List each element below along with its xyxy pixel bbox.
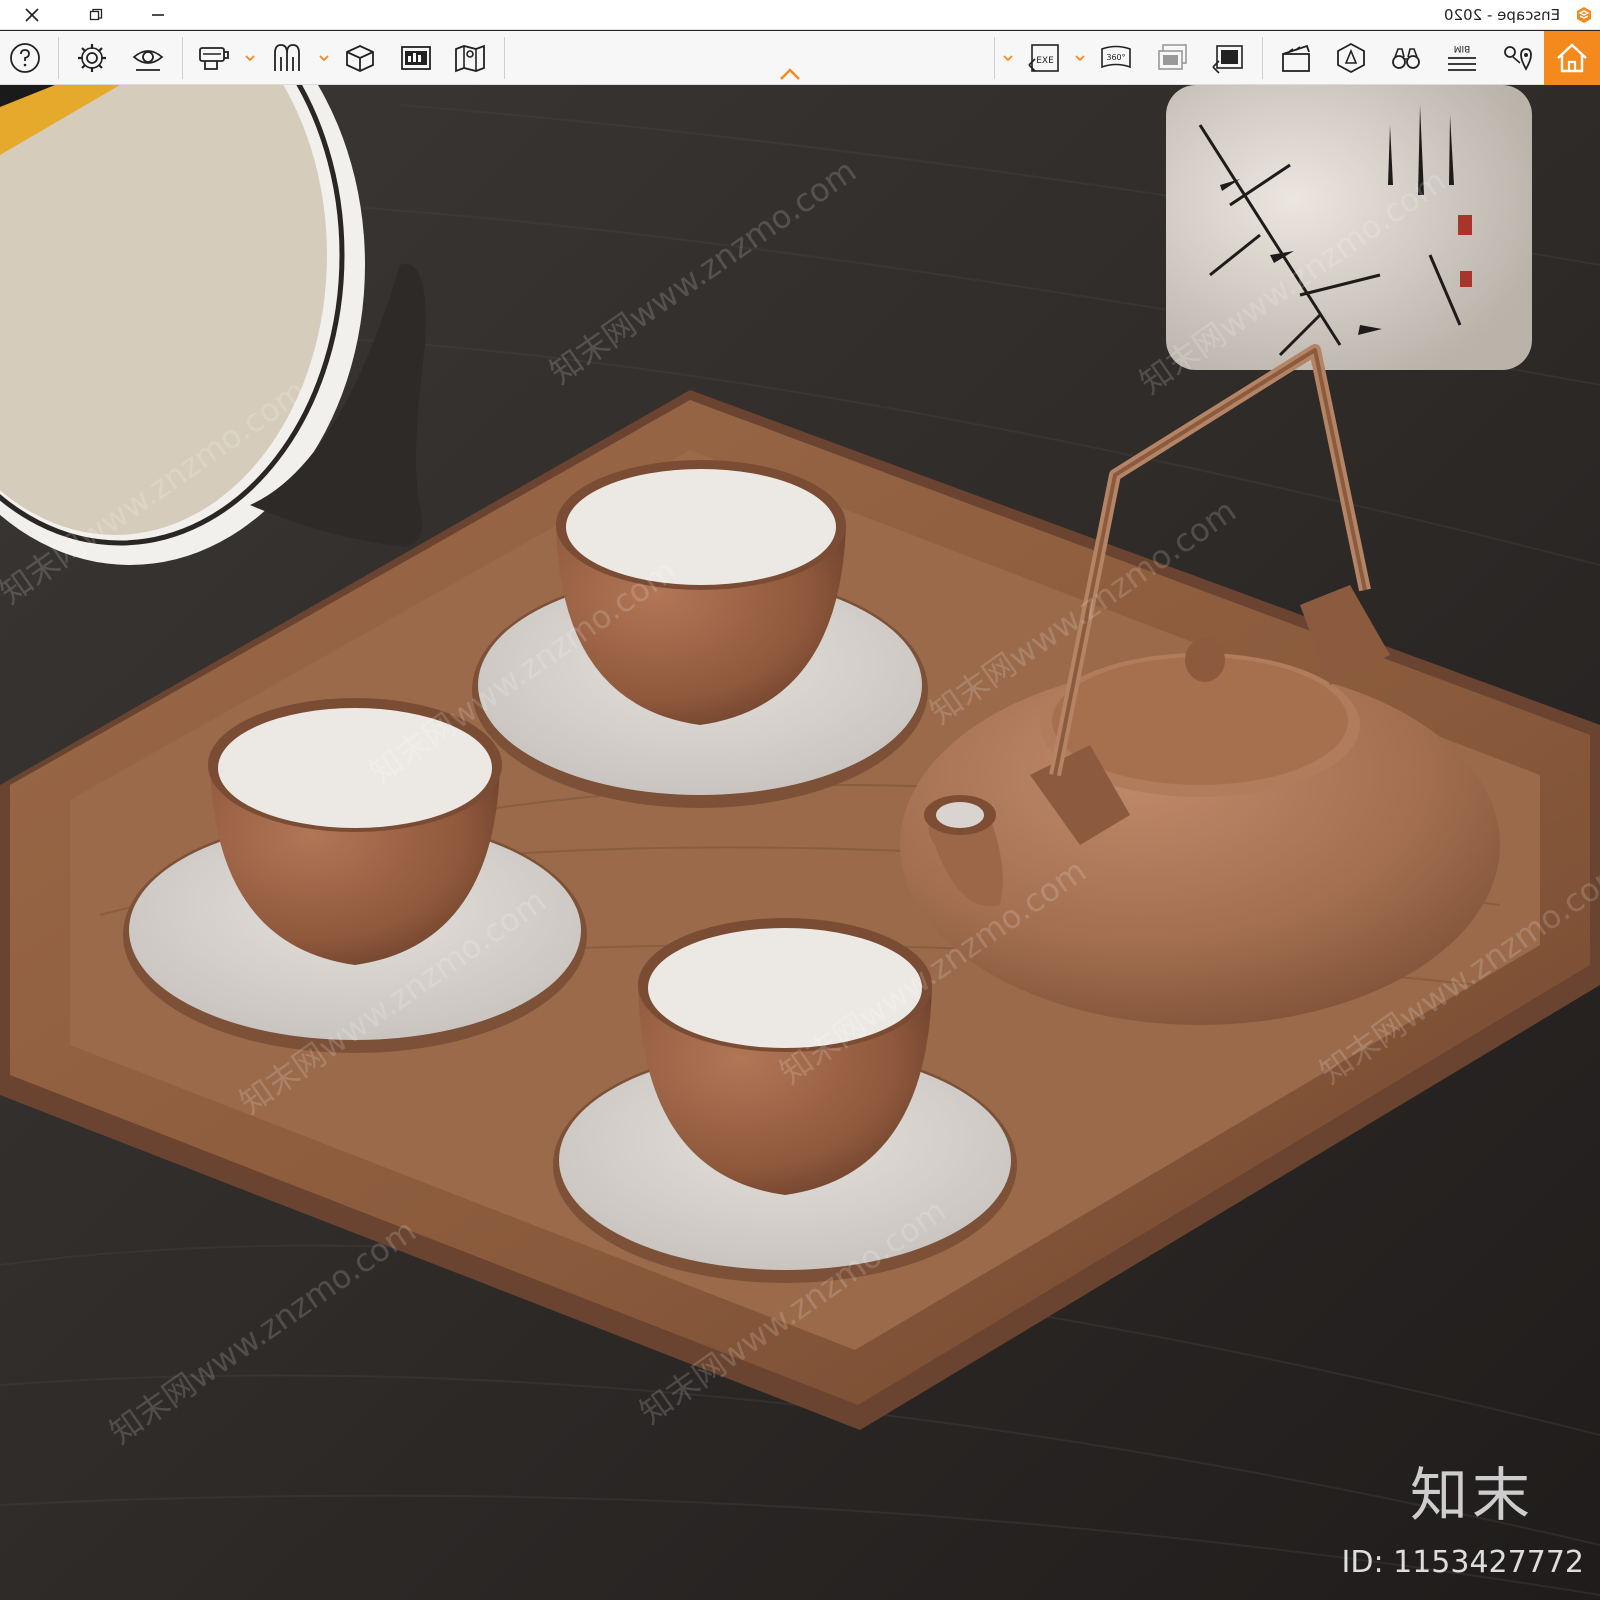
toolbar-separator bbox=[182, 37, 183, 79]
visual-settings-button[interactable] bbox=[128, 38, 168, 78]
panorama-360-icon: 360° bbox=[1101, 45, 1131, 69]
chevron-down-icon bbox=[1075, 55, 1085, 62]
asset-library-dropdown[interactable] bbox=[318, 51, 330, 65]
toolbar-separator bbox=[1262, 37, 1263, 79]
batch-render-icon bbox=[1158, 44, 1187, 70]
title-bar: Enscape - 2020 bbox=[0, 0, 1600, 30]
window-title: Enscape - 2020 bbox=[1443, 6, 1560, 24]
toolbar-separator bbox=[58, 37, 59, 79]
vr-headset-dropdown[interactable] bbox=[244, 51, 256, 65]
views-button[interactable] bbox=[1498, 38, 1538, 78]
svg-text:360°: 360° bbox=[1106, 53, 1125, 62]
visual-settings-icon bbox=[132, 50, 164, 71]
asset-library-icon bbox=[274, 44, 300, 71]
cube-view-button[interactable] bbox=[340, 38, 380, 78]
binoculars-icon bbox=[1392, 48, 1420, 69]
export-exe-dropdown[interactable] bbox=[1002, 51, 1014, 65]
binoculars-button[interactable] bbox=[1386, 38, 1426, 78]
chevron-down-icon bbox=[1003, 55, 1013, 62]
panorama-360-button[interactable]: 360° bbox=[1096, 38, 1136, 78]
export-image-button[interactable] bbox=[1208, 38, 1248, 78]
help-icon bbox=[10, 43, 40, 73]
collaborative-annotation-icon bbox=[1337, 42, 1365, 74]
export-exe-icon: EXE bbox=[1028, 44, 1059, 72]
help-button[interactable] bbox=[5, 38, 45, 78]
close-button[interactable] bbox=[2, 0, 62, 30]
home-icon bbox=[1557, 43, 1587, 73]
vr-headset-icon bbox=[199, 47, 229, 70]
settings-icon bbox=[78, 44, 106, 72]
export-exe-button[interactable]: EXE bbox=[1024, 38, 1064, 78]
minimize-icon bbox=[152, 14, 164, 16]
batch-render-button[interactable] bbox=[1152, 38, 1192, 78]
minimize-button[interactable] bbox=[128, 0, 188, 30]
export-image-icon bbox=[1212, 45, 1243, 74]
map-icon bbox=[455, 44, 485, 73]
home-button[interactable] bbox=[1544, 31, 1600, 85]
views-icon bbox=[1504, 46, 1532, 71]
main-toolbar: EXE 360° BIM bbox=[0, 31, 1600, 85]
map-button[interactable] bbox=[450, 38, 490, 78]
vr-headset-button[interactable] bbox=[194, 38, 234, 78]
svg-text:EXE: EXE bbox=[1036, 56, 1054, 66]
restore-icon bbox=[89, 8, 103, 21]
close-icon bbox=[25, 8, 39, 22]
enscape-logo-icon bbox=[1577, 7, 1591, 23]
chevron-down-icon bbox=[245, 55, 255, 62]
watermark-brand: 知末 bbox=[1409, 1461, 1534, 1529]
video-editor-icon bbox=[1282, 44, 1310, 72]
panorama-dropdown[interactable] bbox=[1074, 51, 1086, 65]
bim-info-icon: BIM bbox=[1448, 43, 1476, 71]
asset-id-label: ID: 1153427772 bbox=[1341, 1545, 1584, 1580]
render-image-icon bbox=[401, 46, 431, 70]
collaborative-annotation-button[interactable] bbox=[1331, 38, 1371, 78]
collapse-toolbar-icon[interactable] bbox=[778, 67, 802, 81]
chevron-down-icon bbox=[319, 55, 329, 62]
render-viewport[interactable]: 知末网www.znzmo.com 知末网www.znzmo.com 知末网www… bbox=[0, 85, 1600, 1600]
svg-text:BIM: BIM bbox=[1454, 43, 1471, 53]
restore-button[interactable] bbox=[66, 0, 126, 30]
asset-library-button[interactable] bbox=[268, 38, 308, 78]
render-image-button[interactable] bbox=[396, 38, 436, 78]
tea-set-scene: 知末网www.znzmo.com 知末网www.znzmo.com 知末网www… bbox=[0, 85, 1600, 1600]
settings-button[interactable] bbox=[72, 38, 112, 78]
video-editor-button[interactable] bbox=[1276, 38, 1316, 78]
toolbar-separator bbox=[994, 37, 995, 79]
cube-view-icon bbox=[346, 45, 374, 72]
bim-info-button[interactable]: BIM bbox=[1442, 38, 1482, 78]
toolbar-separator bbox=[504, 37, 505, 79]
